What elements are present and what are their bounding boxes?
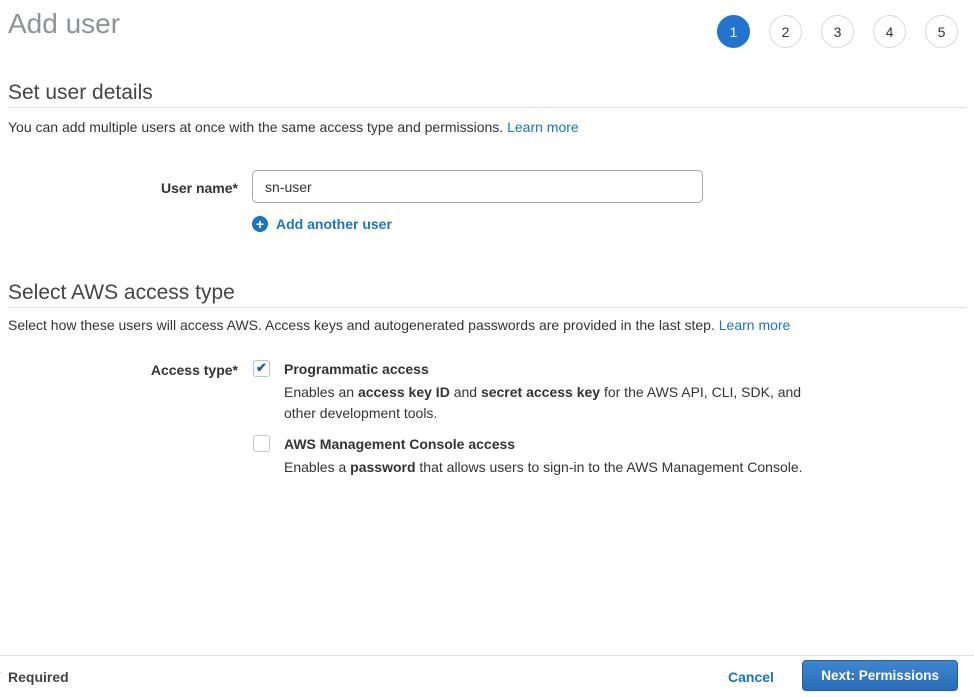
step-indicator: 1 2 3 4 5 xyxy=(717,15,958,48)
user-name-label: User name* xyxy=(0,180,238,196)
desc-text-bold: access key ID xyxy=(358,384,450,400)
console-access-description: Enables a password that allows users to … xyxy=(284,457,814,478)
required-note: Required xyxy=(8,669,69,685)
step-3: 3 xyxy=(821,15,854,48)
step-1: 1 xyxy=(717,15,750,48)
cancel-button[interactable]: Cancel xyxy=(728,669,774,685)
desc-text: that allows users to sign-in to the AWS … xyxy=(416,459,803,475)
section-divider xyxy=(8,307,966,308)
checkmark-icon: ✔ xyxy=(256,361,267,374)
section-title-user-details: Set user details xyxy=(8,81,153,105)
programmatic-access-checkbox[interactable]: ✔ xyxy=(253,360,270,377)
console-access-title[interactable]: AWS Management Console access xyxy=(284,436,515,452)
access-type-description-text: Select how these users will access AWS. … xyxy=(8,317,715,333)
add-another-user-label: Add another user xyxy=(276,216,392,232)
next-permissions-button[interactable]: Next: Permissions xyxy=(802,660,958,691)
desc-text-bold: password xyxy=(350,459,415,475)
step-5: 5 xyxy=(925,15,958,48)
desc-text: and xyxy=(450,384,481,400)
access-type-description: Select how these users will access AWS. … xyxy=(8,317,790,333)
step-2: 2 xyxy=(769,15,802,48)
user-details-description-text: You can add multiple users at once with … xyxy=(8,119,503,135)
user-details-description: You can add multiple users at once with … xyxy=(8,119,579,135)
user-name-input[interactable] xyxy=(252,170,703,203)
console-access-checkbox[interactable] xyxy=(253,435,270,452)
page-title: Add user xyxy=(8,8,120,40)
footer-bar: * Required Cancel Next: Permissions xyxy=(0,655,974,697)
section-divider xyxy=(8,107,966,108)
desc-text: Enables a xyxy=(284,459,350,475)
plus-circle-icon: + xyxy=(252,216,268,232)
step-4: 4 xyxy=(873,15,906,48)
add-user-page: Add user 1 2 3 4 5 Set user details You … xyxy=(0,0,974,697)
programmatic-access-title[interactable]: Programmatic access xyxy=(284,361,429,377)
programmatic-access-description: Enables an access key ID and secret acce… xyxy=(284,382,814,424)
access-type-label: Access type* xyxy=(0,362,238,378)
desc-text-bold: secret access key xyxy=(481,384,600,400)
add-another-user-button[interactable]: + Add another user xyxy=(252,216,392,232)
section-title-access-type: Select AWS access type xyxy=(8,281,235,305)
learn-more-link-access-type[interactable]: Learn more xyxy=(719,317,791,333)
desc-text: Enables an xyxy=(284,384,358,400)
learn-more-link-user-details[interactable]: Learn more xyxy=(507,119,579,135)
